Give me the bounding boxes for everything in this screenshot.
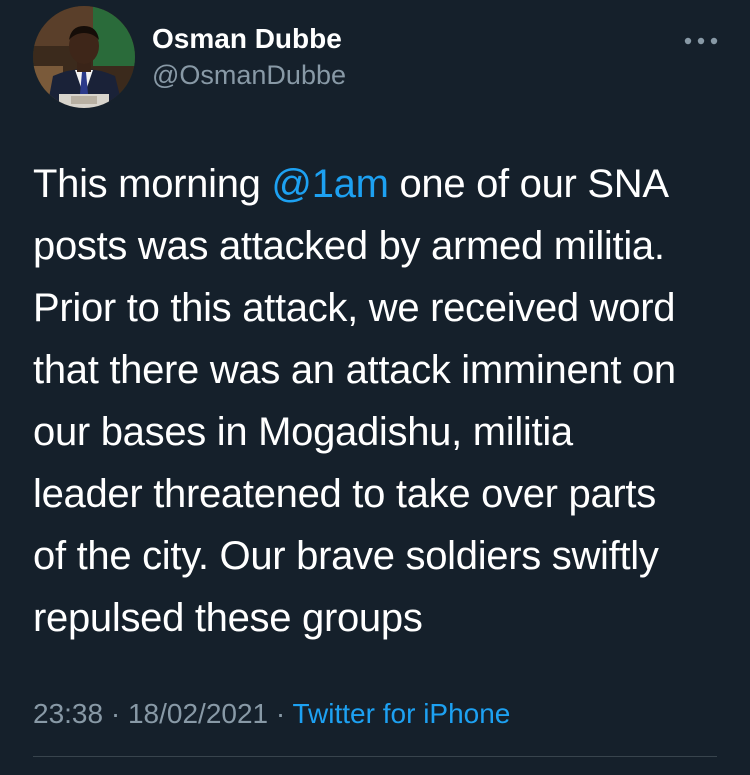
tweet-text-line: This morning @1am one of our SNA <box>33 153 733 215</box>
tweet-text: This morning @1am one of our SNA posts w… <box>33 153 733 649</box>
divider <box>33 756 717 757</box>
author-display-name[interactable]: Osman Dubbe <box>152 22 346 56</box>
tweet-time[interactable]: 23:38 <box>33 698 103 729</box>
tweet-text-line: of the city. Our brave soldiers swiftly <box>33 534 659 578</box>
tweet-source-link[interactable]: Twitter for iPhone <box>293 698 511 729</box>
tweet-text-line: that there was an attack imminent on <box>33 348 676 392</box>
tweet-meta: 23:38 · 18/02/2021 · Twitter for iPhone <box>33 694 510 734</box>
profile-photo-icon <box>33 6 135 108</box>
meta-separator: · <box>110 698 121 729</box>
tweet-text-line: our bases in Mogadishu, militia <box>33 410 573 454</box>
author-handle[interactable]: @OsmanDubbe <box>152 58 346 92</box>
tweet-header: Osman Dubbe @OsmanDubbe <box>33 6 723 116</box>
more-options-button[interactable] <box>679 26 723 56</box>
tweet-detail: Osman Dubbe @OsmanDubbe This morning @1a… <box>0 0 750 775</box>
tweet-text-line: Prior to this attack, we received word <box>33 286 676 330</box>
author-names: Osman Dubbe @OsmanDubbe <box>152 22 346 92</box>
tweet-date[interactable]: 18/02/2021 <box>128 698 268 729</box>
more-options-icon <box>684 37 718 45</box>
tweet-text-line: leader threatened to take over parts <box>33 472 656 516</box>
avatar[interactable] <box>33 6 135 108</box>
tweet-text-segment: This morning <box>33 162 272 206</box>
meta-separator: · <box>275 698 286 729</box>
tweet-text-segment: one of our SNA <box>388 162 669 206</box>
tweet-text-line: repulsed these groups <box>33 596 423 640</box>
tweet-text-line: posts was attacked by armed militia. <box>33 224 665 268</box>
mention-link[interactable]: @1am <box>271 162 389 206</box>
